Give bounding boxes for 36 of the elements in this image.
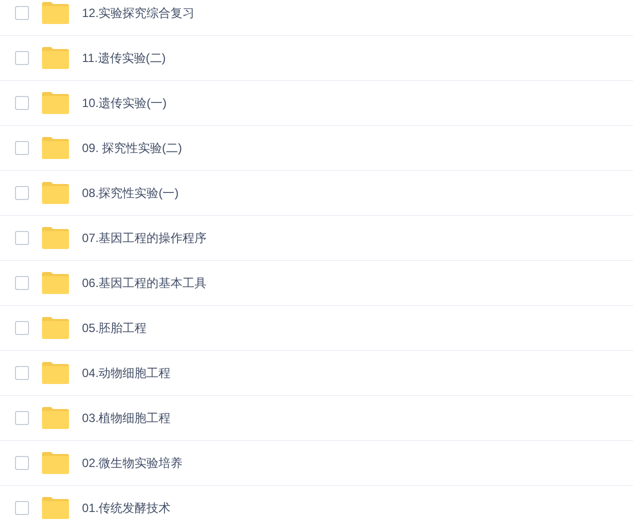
folder-name[interactable]: 07.基因工程的操作程序: [82, 229, 207, 247]
folder-name[interactable]: 08.探究性实验(一): [82, 184, 179, 202]
folder-name[interactable]: 10.遗传实验(一): [82, 94, 167, 112]
folder-name[interactable]: 01.传统发酵技术: [82, 499, 171, 517]
checkbox[interactable]: [15, 411, 29, 425]
folder-icon: [42, 47, 69, 69]
folder-name[interactable]: 12.实验探究综合复习: [82, 4, 195, 22]
checkbox[interactable]: [15, 231, 29, 245]
folder-icon: [42, 407, 69, 429]
folder-name[interactable]: 09. 探究性实验(二): [82, 139, 182, 157]
folder-icon: [42, 362, 69, 384]
folder-name[interactable]: 05.胚胎工程: [82, 319, 147, 337]
checkbox[interactable]: [15, 321, 29, 335]
checkbox[interactable]: [15, 276, 29, 290]
folder-icon: [42, 272, 69, 294]
checkbox[interactable]: [15, 366, 29, 380]
checkbox[interactable]: [15, 456, 29, 470]
checkbox[interactable]: [15, 96, 29, 110]
folder-name[interactable]: 11.遗传实验(二): [82, 49, 166, 67]
folder-name[interactable]: 02.微生物实验培养: [82, 454, 183, 472]
folder-icon: [42, 182, 69, 204]
folder-icon: [42, 317, 69, 339]
checkbox[interactable]: [15, 51, 29, 65]
folder-icon: [42, 92, 69, 114]
folder-name[interactable]: 03.植物细胞工程: [82, 409, 171, 427]
folder-icon: [42, 227, 69, 249]
folder-name[interactable]: 04.动物细胞工程: [82, 364, 171, 382]
folder-icon: [42, 497, 69, 519]
checkbox[interactable]: [15, 6, 29, 20]
checkbox[interactable]: [15, 186, 29, 200]
folder-icon: [42, 452, 69, 474]
folder-icon: [42, 2, 69, 24]
checkbox[interactable]: [15, 141, 29, 155]
folder-icon: [42, 137, 69, 159]
checkbox[interactable]: [15, 501, 29, 515]
folder-name[interactable]: 06.基因工程的基本工具: [82, 274, 207, 292]
